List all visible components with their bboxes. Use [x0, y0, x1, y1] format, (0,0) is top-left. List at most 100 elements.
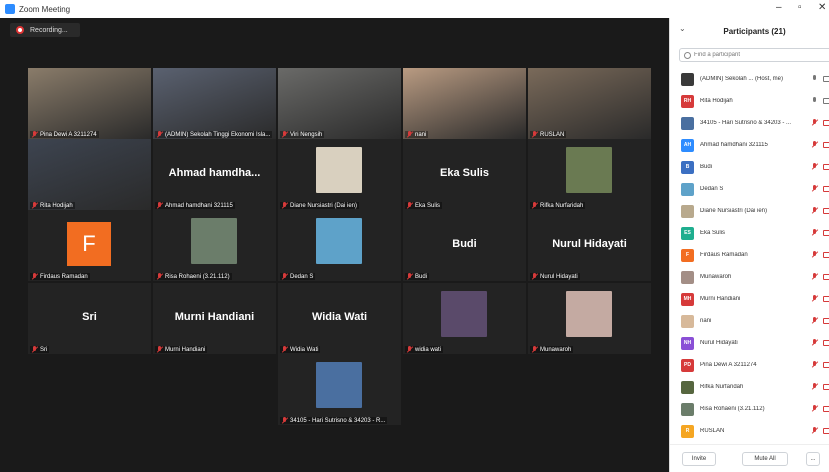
- participant-row[interactable]: PD Pina Dewi A 3211274: [670, 354, 829, 376]
- participant-row[interactable]: 34105 - Hari Sutrisno & 34203 - ...: [670, 112, 829, 134]
- muted-mic-icon: [407, 346, 412, 353]
- participant-search-input[interactable]: [694, 52, 824, 58]
- tile-name-text: 34105 - Hari Sutrisno & 34203 - R...: [290, 417, 386, 424]
- participant-tile[interactable]: Nurul Hidayati Nurul Hidayati: [528, 210, 651, 281]
- invite-button[interactable]: Invite: [682, 451, 716, 466]
- muted-mic-icon: [32, 202, 37, 209]
- participant-tile[interactable]: (ADMIN) Sekolah Tinggi Ekonomi Isla...: [153, 68, 276, 139]
- participant-name: 34105 - Hari Sutrisno & 34203 - ...: [700, 120, 792, 126]
- participant-row[interactable]: ES Eka Sulis: [670, 222, 829, 244]
- participant-tile[interactable]: Viri Nengsih: [278, 68, 401, 139]
- tile-name-label: Murni Handiani: [155, 346, 208, 353]
- participant-status-icons: [812, 97, 829, 105]
- participant-status-icons: [812, 383, 829, 391]
- tile-name-label: Viri Nengsih: [280, 131, 325, 138]
- participant-tile[interactable]: RUSLAN: [528, 68, 651, 139]
- participant-tile[interactable]: Ahmad hamdha... Ahmad hamdhani 321115: [153, 139, 276, 210]
- participant-tile[interactable]: nani: [403, 68, 526, 139]
- tile-name-label: Munawaroh: [530, 346, 574, 353]
- participant-tile[interactable]: Pina Dewi A 3211274: [28, 68, 151, 139]
- participant-name: Risa Rohaeni (3.21.112): [700, 406, 765, 412]
- display-name: Nurul Hidayati: [552, 238, 627, 250]
- display-name: Eka Sulis: [440, 167, 489, 179]
- muted-mic-icon: [282, 202, 287, 209]
- chevron-down-icon[interactable]: ⌄: [679, 24, 686, 33]
- close-button[interactable]: ✕: [818, 2, 826, 13]
- avatar: R: [681, 424, 694, 438]
- participant-tile[interactable]: F Firdaus Ramadan: [28, 210, 151, 281]
- participant-name: Dedan S: [700, 186, 724, 192]
- participant-tile[interactable]: Rifka Nurfaridah: [528, 139, 651, 210]
- participant-video: [28, 139, 151, 210]
- participant-tile[interactable]: Diane Nursiastri (Dai ien): [278, 139, 401, 210]
- participant-tile[interactable]: widia wati: [403, 283, 526, 354]
- camera-off-icon: [823, 208, 829, 214]
- more-button[interactable]: ...: [806, 451, 820, 466]
- participant-tile[interactable]: Dedan S: [278, 210, 401, 281]
- muted-mic-icon: [812, 273, 818, 281]
- participant-row[interactable]: (ADMIN) Sekolah ... (Host, me): [670, 68, 829, 90]
- participant-tile[interactable]: Budi Budi: [403, 210, 526, 281]
- participant-tile[interactable]: Rita Hodijah: [28, 139, 151, 210]
- profile-picture: [566, 291, 612, 337]
- participant-name: Ahmad hamdhani 321115: [700, 142, 768, 148]
- muted-mic-icon: [812, 207, 818, 215]
- panel-title: Participants (21): [723, 26, 786, 36]
- participant-row[interactable]: NH Nurul Hidayati: [670, 332, 829, 354]
- tile-name-text: Ahmad hamdhani 321115: [165, 202, 233, 209]
- participant-tile[interactable]: Munawaroh: [528, 283, 651, 354]
- avatar: [681, 402, 694, 416]
- window-title: Zoom Meeting: [19, 4, 71, 14]
- participant-status-icons: [812, 339, 829, 347]
- tile-name-label: Sri: [30, 346, 50, 353]
- participant-row[interactable]: RH Rita Hodijah: [670, 90, 829, 112]
- search-box[interactable]: [679, 48, 829, 62]
- muted-mic-icon: [32, 273, 37, 280]
- participant-row[interactable]: MH Murni Handiani: [670, 288, 829, 310]
- participant-tile[interactable]: Eka Sulis Eka Sulis: [403, 139, 526, 210]
- muted-mic-icon: [532, 131, 537, 138]
- participant-status-icons: [812, 361, 829, 369]
- participant-name: Budi: [700, 164, 713, 170]
- participant-row[interactable]: B Budi: [670, 156, 829, 178]
- tile-name-label: Eka Sulis: [405, 202, 443, 209]
- avatar: [681, 204, 694, 218]
- muted-mic-icon: [812, 185, 818, 193]
- participant-row[interactable]: R RUSLAN: [670, 420, 829, 442]
- participant-row[interactable]: Risa Rohaeni (3.21.112): [670, 398, 829, 420]
- tile-name-label: Risa Rohaeni (3.21.112): [155, 273, 232, 280]
- participant-name: RUSLAN: [700, 428, 725, 434]
- tile-name-label: RUSLAN: [530, 131, 567, 138]
- muted-mic-icon: [812, 251, 818, 259]
- maximize-button[interactable]: ▫: [798, 2, 802, 13]
- tile-name-text: Munawaroh: [540, 346, 572, 353]
- participant-row[interactable]: F Firdaus Ramadan: [670, 244, 829, 266]
- participant-row[interactable]: AH Ahmad hamdhani 321115: [670, 134, 829, 156]
- participant-tile[interactable]: Murni Handiani Murni Handiani: [153, 283, 276, 354]
- participant-tile[interactable]: 34105 - Hari Sutrisno & 34203 - R...: [278, 354, 401, 425]
- participant-list: (ADMIN) Sekolah ... (Host, me) RH Rita Hod…: [670, 68, 829, 442]
- muted-mic-icon: [32, 346, 37, 353]
- recording-indicator[interactable]: Recording...: [10, 23, 80, 37]
- participant-row[interactable]: Rifka Nurfaridah: [670, 376, 829, 398]
- panel-footer: Invite Mute All ...: [670, 444, 829, 472]
- tile-name-text: (ADMIN) Sekolah Tinggi Ekonomi Isla...: [165, 131, 271, 138]
- participant-tile[interactable]: Risa Rohaeni (3.21.112): [153, 210, 276, 281]
- tile-name-label: Budi: [405, 273, 430, 280]
- tile-name-text: Murni Handiani: [165, 346, 206, 353]
- mute-all-button[interactable]: Mute All: [742, 451, 788, 466]
- participant-tile[interactable]: Widia Wati Widia Wati: [278, 283, 401, 354]
- minimize-button[interactable]: –: [776, 2, 782, 13]
- camera-off-icon: [823, 428, 829, 434]
- participant-row[interactable]: Diane Nursiastri (Dai ien): [670, 200, 829, 222]
- muted-mic-icon: [157, 346, 162, 353]
- muted-mic-icon: [157, 131, 162, 138]
- title-bar: Zoom Meeting – ▫ ✕: [0, 0, 829, 18]
- muted-mic-icon: [282, 346, 287, 353]
- participant-tile[interactable]: Sri Sri: [28, 283, 151, 354]
- participant-row[interactable]: nani: [670, 310, 829, 332]
- tile-name-label: Firdaus Ramadan: [30, 273, 90, 280]
- participant-row[interactable]: Munawaroh: [670, 266, 829, 288]
- participant-row[interactable]: Dedan S: [670, 178, 829, 200]
- muted-mic-icon: [812, 141, 818, 149]
